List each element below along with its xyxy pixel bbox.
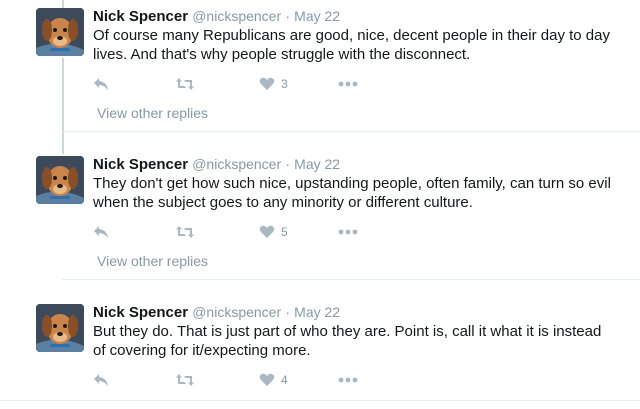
more-dots-icon bbox=[338, 377, 358, 383]
tweet-date[interactable]: May 22 bbox=[294, 156, 340, 172]
like-count: 5 bbox=[281, 225, 288, 239]
tweet[interactable]: Nick Spencer @nickspencer · May 22 They … bbox=[0, 148, 640, 288]
retweet-button[interactable] bbox=[175, 74, 195, 94]
divider bbox=[0, 400, 640, 401]
reply-button[interactable] bbox=[93, 74, 109, 94]
retweet-icon bbox=[175, 77, 195, 91]
separator: · bbox=[285, 304, 290, 320]
tweet-text: But they do. That is just part of who th… bbox=[93, 323, 602, 359]
retweet-button[interactable] bbox=[175, 370, 195, 390]
retweet-icon bbox=[175, 225, 195, 239]
author-handle[interactable]: @nickspencer bbox=[192, 8, 281, 24]
tweet-date[interactable]: May 22 bbox=[294, 304, 340, 320]
retweet-icon bbox=[175, 373, 195, 387]
like-count: 3 bbox=[281, 77, 288, 91]
view-other-replies-link[interactable]: View other replies bbox=[97, 105, 208, 121]
reply-button[interactable] bbox=[93, 370, 109, 390]
more-button[interactable] bbox=[338, 74, 358, 94]
tweet-header: Nick Spencer @nickspencer · May 22 bbox=[93, 7, 340, 26]
more-dots-icon bbox=[338, 81, 358, 87]
retweet-button[interactable] bbox=[175, 222, 195, 242]
avatar[interactable] bbox=[36, 8, 84, 56]
author-name[interactable]: Nick Spencer bbox=[93, 8, 188, 25]
like-button[interactable]: 5 bbox=[259, 222, 288, 242]
author-handle[interactable]: @nickspencer bbox=[192, 156, 281, 172]
heart-icon bbox=[259, 77, 275, 91]
more-button[interactable] bbox=[338, 370, 358, 390]
view-other-replies-link[interactable]: View other replies bbox=[97, 253, 208, 269]
author-handle[interactable]: @nickspencer bbox=[192, 304, 281, 320]
tweet-header: Nick Spencer @nickspencer · May 22 bbox=[93, 155, 340, 174]
separator: · bbox=[285, 156, 290, 172]
like-button[interactable]: 4 bbox=[259, 370, 288, 390]
tweet[interactable]: Nick Spencer @nickspencer · May 22 But t… bbox=[0, 296, 640, 409]
author-name[interactable]: Nick Spencer bbox=[93, 304, 188, 321]
more-dots-icon bbox=[338, 229, 358, 235]
tweet-text: Of course many Republicans are good, nic… bbox=[93, 27, 610, 63]
heart-icon bbox=[259, 373, 275, 387]
divider bbox=[62, 279, 640, 280]
avatar[interactable] bbox=[36, 156, 84, 204]
like-button[interactable]: 3 bbox=[259, 74, 288, 94]
avatar[interactable] bbox=[36, 304, 84, 352]
heart-icon bbox=[259, 225, 275, 239]
reply-icon bbox=[93, 225, 109, 239]
reply-button[interactable] bbox=[93, 222, 109, 242]
tweet-text: They don't get how such nice, upstanding… bbox=[93, 175, 611, 211]
more-button[interactable] bbox=[338, 222, 358, 242]
reply-icon bbox=[93, 373, 109, 387]
separator: · bbox=[285, 8, 290, 24]
tweet-header: Nick Spencer @nickspencer · May 22 bbox=[93, 303, 340, 322]
divider bbox=[62, 131, 640, 132]
author-name[interactable]: Nick Spencer bbox=[93, 156, 188, 173]
tweet[interactable]: Nick Spencer @nickspencer · May 22 Of co… bbox=[0, 0, 640, 140]
reply-icon bbox=[93, 77, 109, 91]
like-count: 4 bbox=[281, 373, 288, 387]
tweet-date[interactable]: May 22 bbox=[294, 8, 340, 24]
